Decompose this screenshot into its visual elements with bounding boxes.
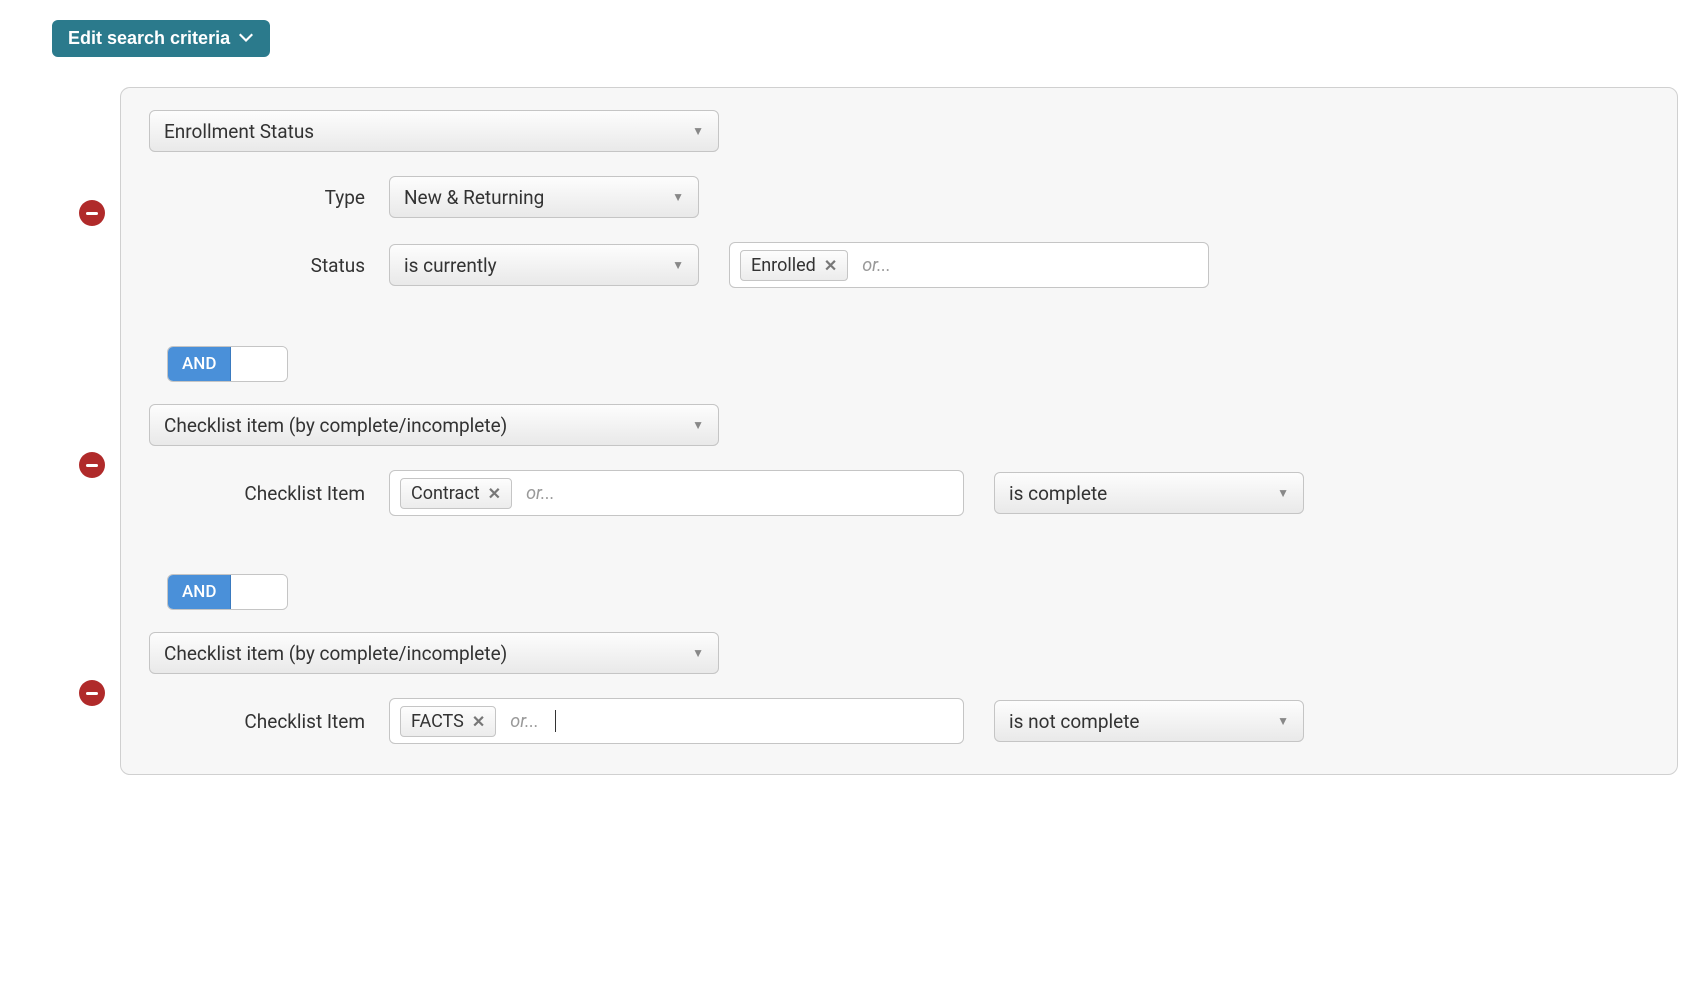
status-tag: Enrolled ✕ <box>740 250 848 281</box>
dropdown-arrow-icon: ▼ <box>672 258 684 272</box>
checklist-operator-value: is complete <box>1009 482 1107 505</box>
checklist-tag-input[interactable]: Contract ✕ or... <box>389 470 964 516</box>
criteria-panel: Enrollment Status ▼ Type New & Returning… <box>120 87 1678 775</box>
tag-label: Contract <box>411 483 480 504</box>
checklist-operator-select[interactable]: is not complete ▼ <box>994 700 1304 742</box>
logic-toggle[interactable]: AND <box>167 574 288 610</box>
category-select-value: Checklist item (by complete/incomplete) <box>164 414 507 437</box>
logic-toggle-empty <box>231 347 287 381</box>
checklist-operator-select[interactable]: is complete ▼ <box>994 472 1304 514</box>
tag-placeholder: or... <box>506 711 543 732</box>
field-row-checklist-item: Checklist Item FACTS ✕ or... is not comp… <box>149 698 1649 744</box>
field-row-checklist-item: Checklist Item Contract ✕ or... is compl… <box>149 470 1649 516</box>
field-label-status: Status <box>149 254 389 277</box>
criteria-group: Enrollment Status ▼ Type New & Returning… <box>149 110 1649 288</box>
tag-remove-icon[interactable]: ✕ <box>824 256 837 275</box>
type-select[interactable]: New & Returning ▼ <box>389 176 699 218</box>
checklist-tag-input[interactable]: FACTS ✕ or... <box>389 698 964 744</box>
category-select-value: Enrollment Status <box>164 120 314 143</box>
tag-remove-icon[interactable]: ✕ <box>472 712 485 731</box>
status-tag-input[interactable]: Enrolled ✕ or... <box>729 242 1209 288</box>
logic-toggle-empty <box>231 575 287 609</box>
tag-remove-icon[interactable]: ✕ <box>488 484 501 503</box>
tag-placeholder: or... <box>522 483 559 504</box>
category-select[interactable]: Enrollment Status ▼ <box>149 110 719 152</box>
tag-label: Enrolled <box>751 255 816 276</box>
logic-toggle-and: AND <box>168 347 231 381</box>
field-label-type: Type <box>149 186 389 209</box>
checklist-tag: Contract ✕ <box>400 478 512 509</box>
status-operator-value: is currently <box>404 254 497 277</box>
criteria-group: Checklist item (by complete/incomplete) … <box>149 404 1649 516</box>
field-label-checklist-item: Checklist Item <box>149 482 389 505</box>
field-row-type: Type New & Returning ▼ <box>149 176 1649 218</box>
category-select[interactable]: Checklist item (by complete/incomplete) … <box>149 404 719 446</box>
dropdown-arrow-icon: ▼ <box>692 418 704 432</box>
remove-criteria-icon[interactable] <box>79 680 105 706</box>
dropdown-arrow-icon: ▼ <box>692 646 704 660</box>
remove-criteria-icon[interactable] <box>79 452 105 478</box>
edit-search-criteria-label: Edit search criteria <box>68 28 230 49</box>
dropdown-arrow-icon: ▼ <box>1277 486 1289 500</box>
checklist-operator-value: is not complete <box>1009 710 1140 733</box>
field-row-status: Status is currently ▼ Enrolled ✕ or... <box>149 242 1649 288</box>
dropdown-arrow-icon: ▼ <box>1277 714 1289 728</box>
tag-label: FACTS <box>411 711 464 732</box>
remove-criteria-icon[interactable] <box>79 200 105 226</box>
logic-toggle-and: AND <box>168 575 231 609</box>
category-select-value: Checklist item (by complete/incomplete) <box>164 642 507 665</box>
dropdown-arrow-icon: ▼ <box>672 190 684 204</box>
logic-toggle[interactable]: AND <box>167 346 288 382</box>
tag-placeholder: or... <box>858 255 895 276</box>
category-select[interactable]: Checklist item (by complete/incomplete) … <box>149 632 719 674</box>
type-select-value: New & Returning <box>404 186 544 209</box>
field-label-checklist-item: Checklist Item <box>149 710 389 733</box>
text-cursor <box>555 710 556 732</box>
criteria-group: Checklist item (by complete/incomplete) … <box>149 632 1649 744</box>
status-operator-select[interactable]: is currently ▼ <box>389 244 699 286</box>
dropdown-arrow-icon: ▼ <box>692 124 704 138</box>
checklist-tag: FACTS ✕ <box>400 706 496 737</box>
chevron-down-icon <box>238 31 254 47</box>
edit-search-criteria-button[interactable]: Edit search criteria <box>52 20 270 57</box>
